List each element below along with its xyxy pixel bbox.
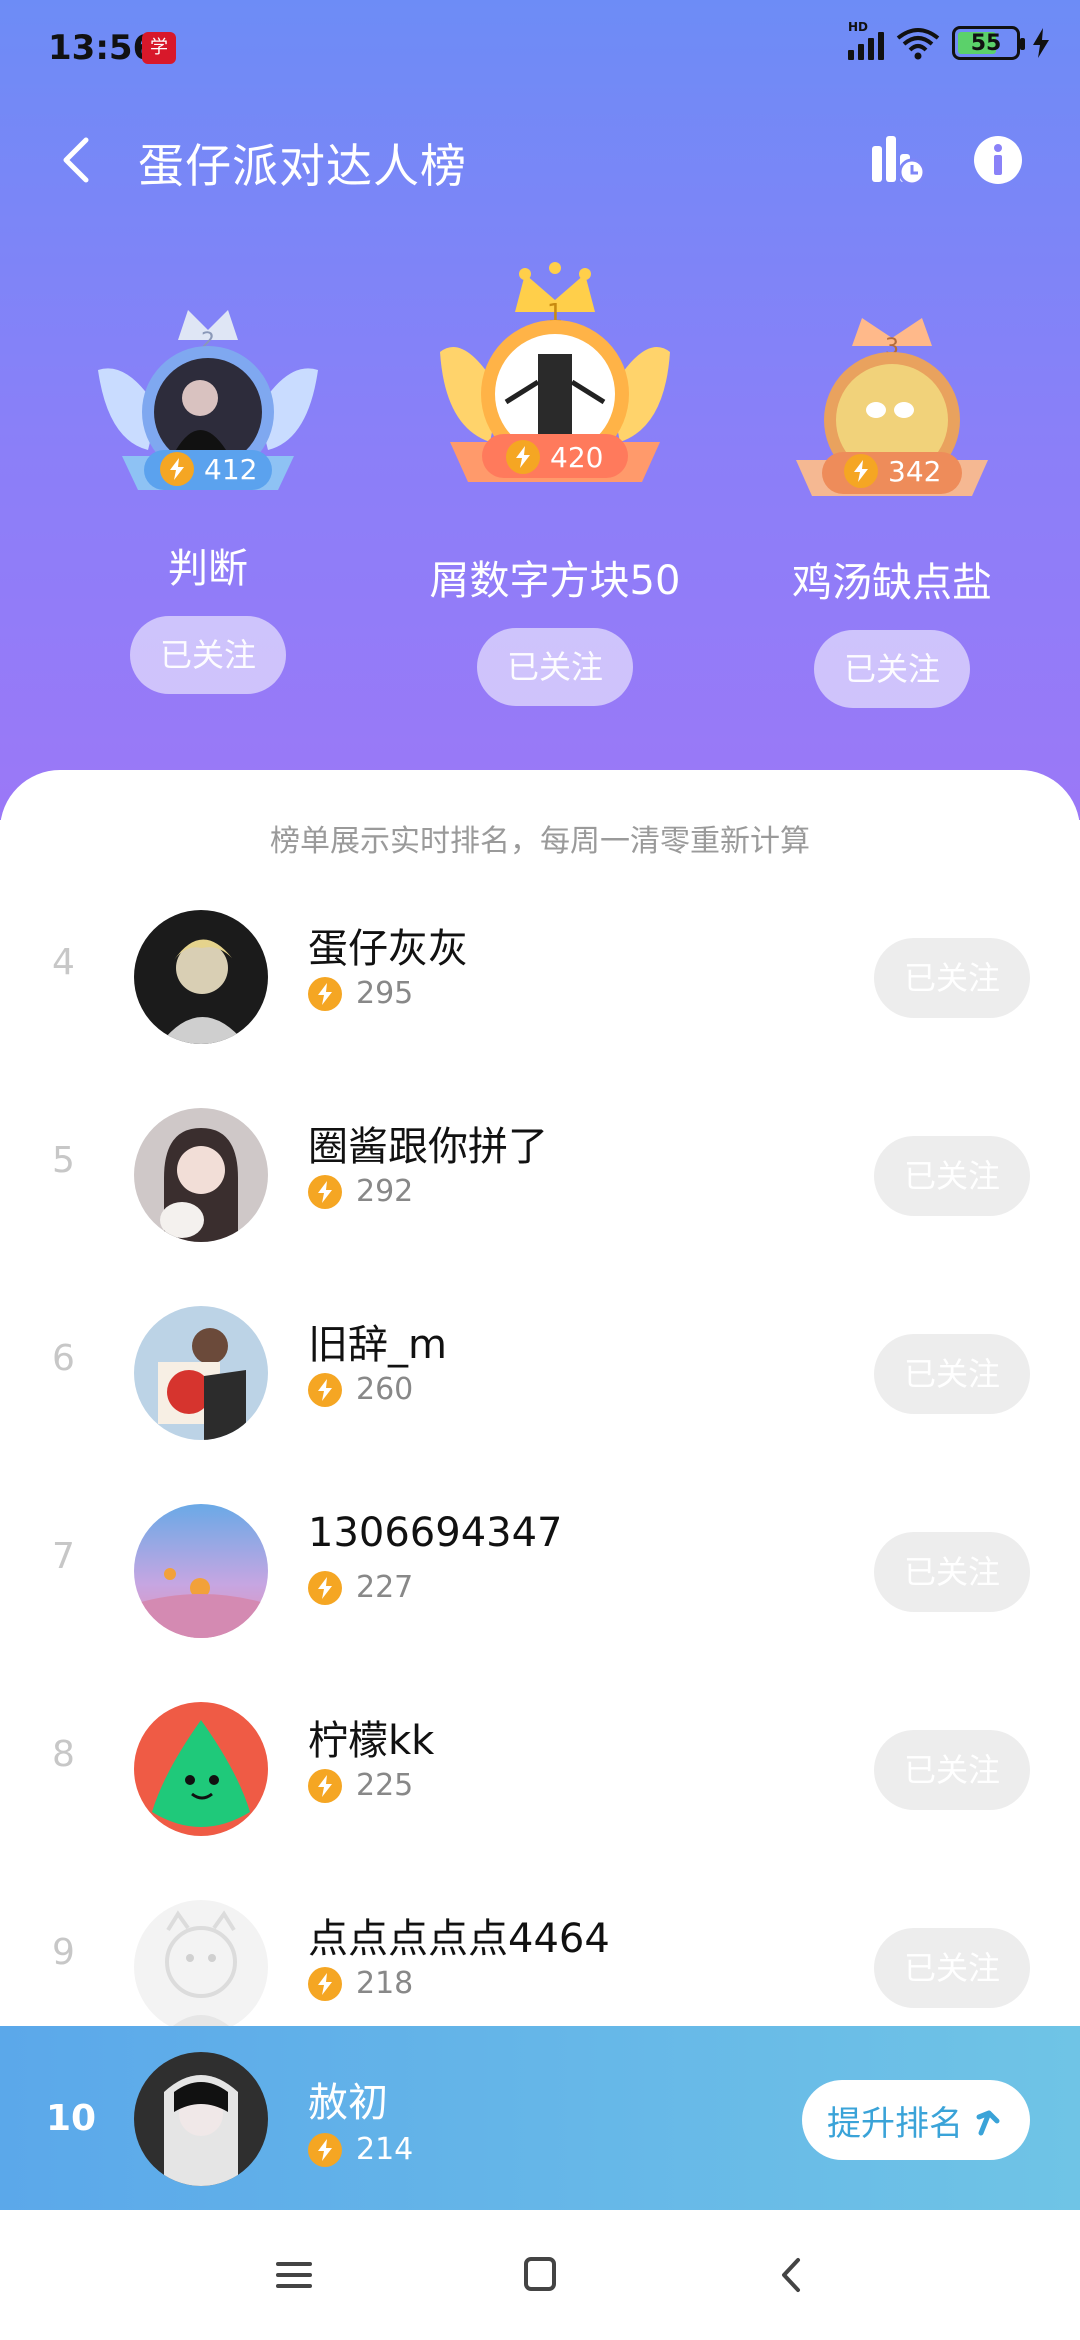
lightning-icon <box>308 1372 342 1407</box>
podium-name: 鸡汤缺点盐 <box>792 560 992 606</box>
app-notification-icon: 学 <box>142 32 176 64</box>
user-name: 赦初 <box>308 2080 388 2126</box>
user-name: 旧辞_m <box>308 1322 447 1368</box>
list-item[interactable]: 4 蛋仔灰灰 295 已关注 <box>0 878 1080 1076</box>
silver-rank-badge: 2 <box>98 310 318 490</box>
list-item[interactable]: 7 1306694347 227 已关注 <box>0 1472 1080 1670</box>
battery-level: 55 <box>970 30 1002 56</box>
page-title: 蛋仔派对达人榜 <box>138 139 467 193</box>
rank-number: 10 <box>46 2098 97 2139</box>
status-time: 13:56 <box>48 28 157 68</box>
score-value: 218 <box>356 1966 414 2001</box>
charging-icon <box>1033 28 1049 58</box>
back-arrow-icon[interactable] <box>48 128 108 192</box>
score-value: 295 <box>356 976 414 1011</box>
score: 260 <box>308 1372 413 1407</box>
lightning-icon <box>308 1966 342 2001</box>
user-name: 蛋仔灰灰 <box>308 926 468 972</box>
menu-icon[interactable] <box>264 2250 324 2300</box>
avatar <box>134 1108 268 1242</box>
follow-button[interactable]: 已关注 <box>874 1334 1030 1414</box>
avatar <box>134 2052 268 2186</box>
header: 蛋仔派对达人榜 <box>0 100 1080 220</box>
hd-label: HD <box>848 20 869 34</box>
user-name: 柠檬kk <box>308 1718 435 1764</box>
my-ranking-bar: 10 赦初 214 提升排名 <box>0 2026 1080 2210</box>
user-name: 圈酱跟你拼了 <box>308 1124 548 1170</box>
score: 292 <box>308 1174 413 1209</box>
follow-button[interactable]: 已关注 <box>130 616 286 694</box>
lightning-icon <box>308 1174 342 1209</box>
score-value: 227 <box>356 1570 414 1605</box>
rank-number: 5 <box>52 1140 75 1181</box>
lightning-icon <box>308 1768 342 1803</box>
system-navigation-bar <box>0 2210 1080 2340</box>
podium-score: 412 <box>160 452 257 486</box>
list-item[interactable]: 6 旧辞_m 260 已关注 <box>0 1274 1080 1472</box>
score: 225 <box>308 1768 413 1803</box>
podium-name: 屑数字方块50 <box>429 558 681 604</box>
rank-number: 6 <box>52 1338 75 1379</box>
score-value: 292 <box>356 1174 414 1209</box>
status-icons: HD 55 <box>848 20 1050 60</box>
lightning-icon <box>308 1570 342 1605</box>
podium-score: 342 <box>844 454 941 488</box>
follow-button[interactable]: 已关注 <box>477 628 633 706</box>
score: 214 <box>308 2132 413 2167</box>
rank-number: 9 <box>52 1932 75 1973</box>
list-item[interactable]: 5 圈酱跟你拼了 292 已关注 <box>0 1076 1080 1274</box>
score: 295 <box>308 976 413 1011</box>
boost-rank-button[interactable]: 提升排名 <box>802 2080 1030 2160</box>
avatar <box>134 1702 268 1836</box>
ranking-notice: 榜单展示实时排名，每周一清零重新计算 <box>270 824 810 859</box>
score-value: 225 <box>356 1768 414 1803</box>
status-bar: 13:56 学 HD 55 <box>0 0 1080 100</box>
follow-button[interactable]: 已关注 <box>874 1136 1030 1216</box>
lightning-icon <box>844 454 878 488</box>
user-name: 点点点点点4464 <box>308 1916 610 1962</box>
cellular-signal-icon: HD <box>848 20 884 60</box>
score-value: 412 <box>204 452 258 486</box>
bronze-rank-badge: 3 <box>796 318 988 496</box>
score: 227 <box>308 1570 413 1605</box>
lightning-icon <box>308 976 342 1011</box>
back-icon[interactable] <box>762 2250 822 2300</box>
podium-first[interactable]: 1 420 屑数字方块50 已关注 <box>420 262 690 706</box>
follow-button[interactable]: 已关注 <box>874 1928 1030 2008</box>
lightning-icon <box>506 440 540 474</box>
follow-button[interactable]: 已关注 <box>814 630 970 708</box>
avatar <box>134 1306 268 1440</box>
follow-button[interactable]: 已关注 <box>874 938 1030 1018</box>
rank-number: 4 <box>52 942 75 983</box>
info-icon[interactable] <box>968 130 1028 190</box>
podium-score: 420 <box>506 440 603 474</box>
score: 218 <box>308 1966 413 2001</box>
history-chart-icon[interactable] <box>866 130 926 190</box>
avatar <box>134 1504 268 1638</box>
score-value: 342 <box>888 454 942 488</box>
list-item[interactable]: 8 柠檬kk 225 已关注 <box>0 1670 1080 1868</box>
user-name: 1306694347 <box>308 1510 563 1556</box>
boost-rank-label: 提升排名 <box>827 2103 963 2144</box>
gold-rank-badge: 1 <box>440 262 670 482</box>
avatar <box>134 1900 268 2034</box>
wifi-icon <box>896 28 940 60</box>
follow-button[interactable]: 已关注 <box>874 1730 1030 1810</box>
follow-button[interactable]: 已关注 <box>874 1532 1030 1612</box>
battery-icon: 55 <box>952 26 1025 60</box>
rank-number: 8 <box>52 1734 75 1775</box>
podium-third[interactable]: 3 342 鸡汤缺点盐 已关注 <box>772 310 1012 708</box>
rank-number: 7 <box>52 1536 75 1577</box>
podium-second[interactable]: 2 412 判断 已关注 <box>88 300 328 694</box>
score-value: 420 <box>550 440 604 474</box>
score-value: 214 <box>356 2132 414 2167</box>
score-value: 260 <box>356 1372 414 1407</box>
lightning-icon <box>308 2132 342 2167</box>
lightning-icon <box>160 452 194 486</box>
home-icon[interactable] <box>510 2250 570 2300</box>
avatar <box>134 910 268 1044</box>
arrow-up-icon <box>976 2110 1000 2136</box>
